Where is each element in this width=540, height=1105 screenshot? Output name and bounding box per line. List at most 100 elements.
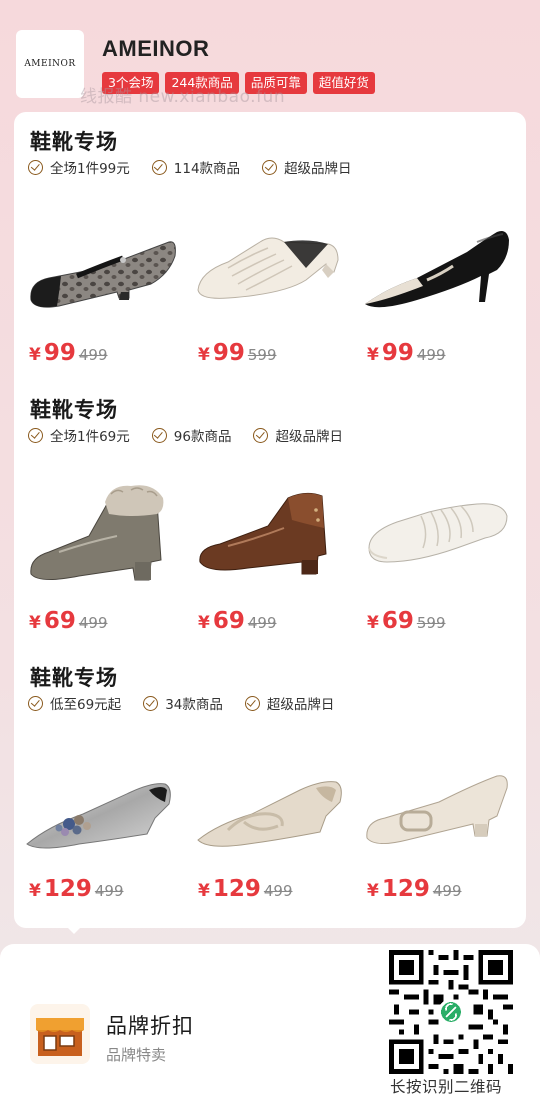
leopard-mary-jane-shoe-icon [30,241,176,308]
feature-item: 34款商品 [143,693,223,713]
currency-symbol: ¥ [29,881,41,901]
feature-item: 全场1件99元 [28,157,130,177]
feature-label: 全场1件99元 [50,161,130,177]
discount-subtitle: 品牌特卖 [106,1046,167,1064]
check-circle-icon [151,159,167,175]
product-row: ¥ 69 499 ¥ 69 499 ¥ 69 599 [14,462,526,642]
feature-label: 全场1件69元 [50,429,130,445]
feature-label: 34款商品 [165,697,223,713]
product-card[interactable]: ¥ 69 599 [357,462,521,642]
product-card[interactable]: ¥ 129 499 [19,730,183,910]
product-card[interactable]: ¥ 99 499 [19,194,183,374]
product-card[interactable]: ¥ 129 499 [188,730,352,910]
venue-card: 鞋靴专场 全场1件99元 114款商品 超级品牌日 ¥ 99 499 ¥ 99 … [14,112,526,928]
check-circle-icon [151,427,167,443]
check-circle-icon [253,427,269,443]
beige-woven-flat-icon [197,781,342,847]
currency-symbol: ¥ [367,881,379,901]
product-card[interactable]: ¥ 69 499 [188,462,352,642]
venue-section[interactable]: 鞋靴专场 低至69元起 34款商品 超级品牌日 ¥ 129 499 ¥ 129 … [14,648,526,916]
original-price: 499 [432,882,462,900]
original-price: 499 [247,614,277,632]
product-card[interactable]: ¥ 99 499 [357,194,521,374]
currency-symbol: ¥ [198,613,210,633]
price-row: ¥ 69 599 [367,608,446,634]
check-circle-icon [28,159,43,175]
sale-price: 129 [212,876,261,902]
sale-price: 99 [43,340,76,366]
section-title: 鞋靴专场 [30,398,118,422]
original-price: 599 [416,614,446,632]
original-price: 499 [416,346,446,364]
cream-pleated-mule-shoe-icon [197,237,339,299]
section-title: 鞋靴专场 [30,130,118,154]
storefront-icon[interactable] [30,1004,90,1064]
brand-name[interactable]: AMEINOR [102,36,209,62]
venue-section[interactable]: 鞋靴专场 全场1件69元 96款商品 超级品牌日 ¥ 69 499 ¥ 69 4… [14,380,526,648]
price-row: ¥ 69 499 [198,608,277,634]
qr-label: 长按识别二维码 [390,1078,503,1096]
currency-symbol: ¥ [29,345,41,365]
original-price: 499 [78,346,108,364]
feature-label: 96款商品 [173,429,232,445]
feature-label: 超级品牌日 [275,429,343,445]
feature-item: 114款商品 [151,157,241,177]
feature-item: 低至69元起 [28,693,121,713]
feature-label: 低至69元起 [50,697,122,713]
price-row: ¥ 129 499 [367,876,462,902]
original-price: 499 [263,882,293,900]
price-row: ¥ 69 499 [29,608,108,634]
price-row: ¥ 99 499 [29,340,108,366]
price-row: ¥ 99 499 [367,340,446,366]
feature-list: 全场1件99元 114款商品 超级品牌日 [28,157,374,177]
currency-symbol: ¥ [367,613,379,633]
black-patent-kitten-heel-shoe-icon [365,231,509,308]
currency-symbol: ¥ [367,345,379,365]
feature-label: 超级品牌日 [266,697,335,713]
product-card[interactable]: ¥ 99 599 [188,194,352,374]
currency-symbol: ¥ [198,881,210,901]
sale-price: 69 [43,608,76,634]
product-card[interactable]: ¥ 69 499 [19,462,183,642]
feature-list: 低至69元起 34款商品 超级品牌日 [28,693,356,713]
price-row: ¥ 129 499 [198,876,293,902]
section-title: 鞋靴专场 [30,666,118,690]
feature-label: 超级品牌日 [284,161,352,177]
price-row: ¥ 99 599 [198,340,277,366]
cream-buckle-pump-icon [366,775,508,844]
silver-jeweled-flat-icon [26,783,171,849]
original-price: 499 [94,882,124,900]
card-pointer [66,926,82,934]
sale-price: 129 [381,876,430,902]
feature-item: 96款商品 [151,425,232,445]
original-price: 499 [78,614,108,632]
original-price: 599 [247,346,277,364]
price-row: ¥ 129 499 [29,876,124,902]
check-circle-icon [262,159,278,175]
watermark: 线报酷 new.xianbao.fun [80,87,286,107]
feature-item: 超级品牌日 [244,693,335,713]
sale-price: 99 [381,340,414,366]
feature-label: 114款商品 [173,161,241,177]
venue-section[interactable]: 鞋靴专场 全场1件99元 114款商品 超级品牌日 ¥ 99 499 ¥ 99 … [14,112,526,380]
check-circle-icon [244,695,260,711]
currency-symbol: ¥ [29,613,41,633]
brand-logo[interactable]: AMEINOR [16,30,84,98]
check-circle-icon [143,695,159,711]
qr-code[interactable] [389,950,513,1074]
brown-patent-loafer-icon [199,492,327,575]
sale-price: 69 [212,608,245,634]
feature-list: 全场1件69元 96款商品 超级品牌日 [28,425,365,445]
white-pleated-slipper-icon [368,503,508,563]
feature-item: 超级品牌日 [253,425,343,445]
fur-trim-ankle-boot-icon [30,485,164,581]
feature-item: 超级品牌日 [262,157,352,177]
discount-title: 品牌折扣 [106,1014,194,1038]
product-row: ¥ 99 499 ¥ 99 599 ¥ 99 499 [14,194,526,374]
sale-price: 69 [381,608,414,634]
sale-price: 99 [212,340,245,366]
product-row: ¥ 129 499 ¥ 129 499 ¥ 129 499 [14,730,526,910]
header: AMEINOR AMEINOR 3个会场 244款商品 品质可靠 超值好货 线报… [0,0,540,112]
product-card[interactable]: ¥ 129 499 [357,730,521,910]
check-circle-icon [28,695,43,711]
